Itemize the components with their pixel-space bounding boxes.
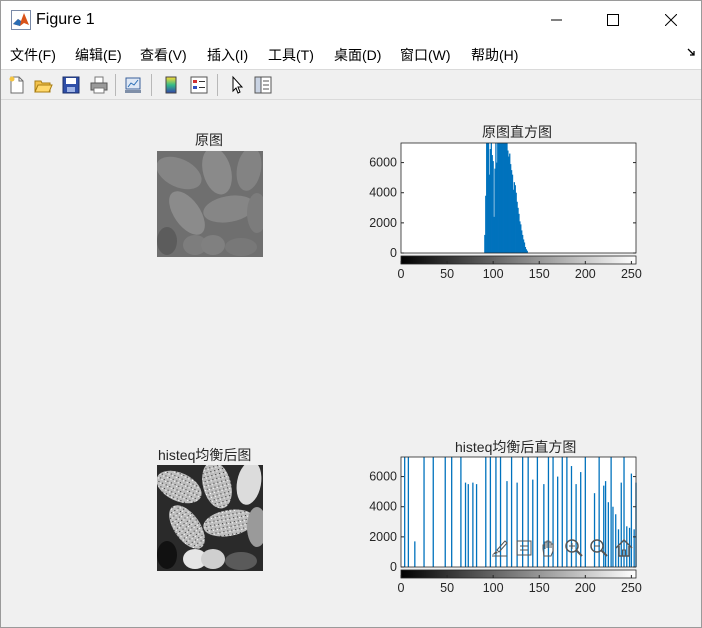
- insert-colorbar-icon: [165, 76, 177, 94]
- original-histogram-xtick-label: 200: [575, 267, 596, 281]
- original-histogram-ytick-label: 0: [390, 246, 397, 260]
- insert-legend-icon: [190, 76, 208, 94]
- equalized-histogram-xtick-label: 50: [440, 581, 454, 595]
- equalized-histogram-ytick-label: 0: [390, 560, 397, 574]
- insert-colorbar-button[interactable]: [159, 73, 183, 97]
- zoom-in-icon[interactable]: [564, 538, 584, 558]
- minimize-button[interactable]: [529, 1, 585, 39]
- original-histogram-ytick-label: 6000: [369, 156, 397, 170]
- menu-window[interactable]: 窗口(W): [400, 45, 451, 65]
- save-icon: [62, 76, 80, 94]
- equalized-image: [157, 465, 263, 571]
- dock-arrow-icon[interactable]: [687, 48, 697, 58]
- original-histogram-axes[interactable]: 0 2000 4000 6000 0 50 100 150 200 250: [361, 141, 651, 281]
- datatip-icon[interactable]: [514, 538, 534, 558]
- open-file-icon: [34, 80, 53, 93]
- original-histogram-ytick-label: 4000: [369, 186, 397, 200]
- pan-hand-icon[interactable]: [539, 538, 559, 558]
- equalized-histogram-xtick-label: 150: [529, 581, 550, 595]
- original-histogram-xtick-label: 50: [440, 267, 454, 281]
- original-histogram-colorbar: [400, 255, 637, 265]
- axes-toolbar: [487, 535, 637, 561]
- equalized-histogram-ytick-label: 4000: [369, 500, 397, 514]
- original-histogram-xtick-label: 150: [529, 267, 550, 281]
- save-button[interactable]: [59, 73, 83, 97]
- equalized-image-title: histeq均衡后图: [158, 447, 252, 463]
- window-title: Figure 1: [36, 11, 95, 28]
- equalized-histogram-xtick-label: 0: [398, 581, 405, 595]
- equalized-histogram-xtick-label: 250: [621, 581, 642, 595]
- figure-toolbar: [1, 69, 701, 100]
- original-histogram-xtick-label: 100: [483, 267, 504, 281]
- toolbar-separator: [115, 74, 116, 96]
- equalized-histogram-ytick-label: 6000: [369, 470, 397, 484]
- original-histogram-ytick-label: 2000: [369, 216, 397, 230]
- open-file-button[interactable]: [31, 73, 55, 97]
- menu-help[interactable]: 帮助(H): [471, 45, 518, 65]
- new-figure-icon: [9, 76, 24, 94]
- menu-tools[interactable]: 工具(T): [268, 45, 314, 65]
- menu-insert[interactable]: 插入(I): [207, 45, 248, 65]
- original-histogram-xtick-label: 250: [621, 267, 642, 281]
- insert-legend-button[interactable]: [187, 73, 211, 97]
- maximize-icon: [607, 14, 619, 26]
- toolbar-separator: [217, 74, 218, 96]
- brush-icon[interactable]: [489, 538, 509, 558]
- original-histogram-title: 原图直方图: [482, 126, 552, 141]
- close-button[interactable]: [643, 1, 699, 39]
- menu-file[interactable]: 文件(F): [10, 45, 56, 65]
- menu-desktop[interactable]: 桌面(D): [334, 45, 381, 65]
- restore-view-icon[interactable]: [614, 538, 634, 558]
- title-bar: Figure 1: [1, 1, 701, 39]
- property-inspector-button[interactable]: [251, 73, 275, 97]
- zoom-out-icon[interactable]: [589, 538, 609, 558]
- original-image: [157, 151, 263, 257]
- menu-edit[interactable]: 编辑(E): [75, 45, 122, 65]
- equalized-histogram-ytick-label: 2000: [369, 530, 397, 544]
- print-icon: [90, 76, 108, 94]
- maximize-button[interactable]: [585, 1, 641, 39]
- figure-window: Figure 1 文件(F) 编辑(E) 查看(V) 插入(I) 工具(T) 桌…: [0, 0, 702, 628]
- toolbar-separator: [151, 74, 152, 96]
- minimize-icon: [551, 19, 562, 21]
- equalized-histogram-xtick-label: 100: [483, 581, 504, 595]
- link-plot-button[interactable]: [121, 73, 145, 97]
- original-histogram-xtick-label: 0: [398, 267, 405, 281]
- figure-canvas: 原图 原图直方图 0 2000 4000 6000 0 50 100 150 200 250 hi…: [1, 101, 701, 627]
- menu-view[interactable]: 查看(V): [140, 45, 187, 65]
- matlab-logo-icon: [11, 10, 31, 30]
- print-button[interactable]: [87, 73, 111, 97]
- link-plot-icon: [125, 77, 141, 93]
- close-icon: [665, 14, 677, 26]
- equalized-histogram-title: histeq均衡后直方图: [455, 439, 577, 455]
- original-image-title: 原图: [195, 134, 223, 149]
- new-figure-button[interactable]: [5, 73, 29, 97]
- equalized-histogram-axes[interactable]: 0 2000 4000 6000 0 50 100 150 200 250: [361, 455, 651, 595]
- equalized-histogram-colorbar: [400, 569, 637, 579]
- property-inspector-icon: [254, 76, 272, 94]
- equalized-histogram-xtick-label: 200: [575, 581, 596, 595]
- menu-bar: 文件(F) 编辑(E) 查看(V) 插入(I) 工具(T) 桌面(D) 窗口(W…: [1, 39, 701, 69]
- edit-plot-cursor-icon: [232, 75, 244, 94]
- edit-plot-button[interactable]: [225, 73, 249, 97]
